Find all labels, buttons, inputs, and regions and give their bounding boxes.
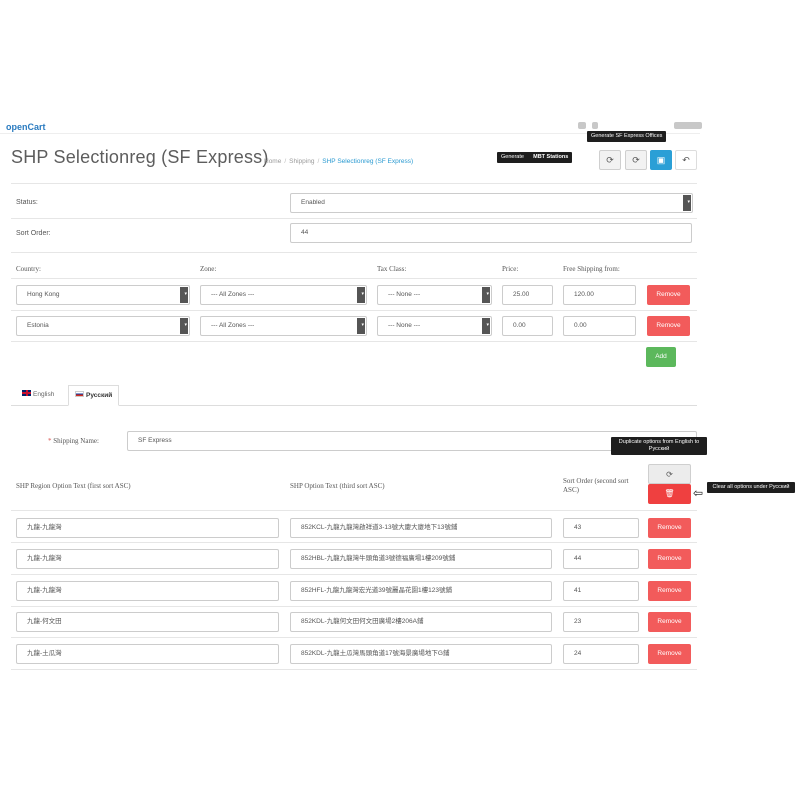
country-select[interactable]: Estonia ▾ xyxy=(16,316,190,336)
header-sort-order: Sort Order (second sort ASC) xyxy=(563,477,629,495)
breadcrumb-shipping[interactable]: Shipping xyxy=(289,158,314,165)
sort-order-input[interactable]: 41 xyxy=(563,581,639,601)
region-option-input[interactable]: 九龍-九龍灣 xyxy=(16,518,279,538)
sort-order-label: Sort Order: xyxy=(16,230,51,237)
sort-order-input[interactable]: 44 xyxy=(563,549,639,569)
save-icon: ▣ xyxy=(656,155,666,165)
tooltip-clear: Clear all options under Русский xyxy=(707,482,795,493)
tooltip-duplicate: Duplicate options from English to Русски… xyxy=(611,437,707,455)
header-zone: Zone: xyxy=(200,265,217,273)
free-shipping-input[interactable]: 0.00 xyxy=(563,316,636,336)
free-shipping-input[interactable]: 120.00 xyxy=(563,285,636,305)
breadcrumb-home[interactable]: Home xyxy=(264,158,281,165)
divider xyxy=(11,341,697,342)
refresh-icon: ⟳ xyxy=(632,155,640,165)
reply-icon: ↶ xyxy=(682,155,690,165)
remove-rate-button[interactable]: Remove xyxy=(647,285,690,305)
region-option-input[interactable]: 九龍-何文田 xyxy=(16,612,279,632)
remove-option-button[interactable]: Remove xyxy=(648,549,691,569)
divider xyxy=(11,574,697,575)
region-option-input[interactable]: 九龍-九龍灣 xyxy=(16,549,279,569)
breadcrumb: Home / Shipping / SHP Selectionreg (SF Expre… xyxy=(264,158,414,165)
header-option-text: SHP Option Text (third sort ASC) xyxy=(290,482,385,490)
header-tax-class: Tax Class: xyxy=(377,265,407,273)
divider xyxy=(11,218,697,219)
divider xyxy=(11,183,697,184)
logo-fragment: openCart xyxy=(6,122,46,132)
tooltip-generate-sf-offices: Generate SF Express Offices xyxy=(587,131,667,142)
divider xyxy=(11,278,697,279)
region-option-input[interactable]: 九龍-土瓜灣 xyxy=(16,644,279,664)
refresh-icon: ⟳ xyxy=(606,155,614,165)
option-text-input[interactable]: 852KDL-九龍土瓜灣馬頭角道17號海景廣場地下G鋪 xyxy=(290,644,552,664)
duplicate-options-button[interactable]: ⟳ xyxy=(648,464,691,484)
remove-rate-button[interactable]: Remove xyxy=(647,316,690,336)
tax-class-select[interactable]: --- None --- ▾ xyxy=(377,316,492,336)
divider xyxy=(11,606,697,607)
divider xyxy=(11,252,697,253)
divider xyxy=(11,669,697,670)
remove-option-button[interactable]: Remove xyxy=(648,644,691,664)
region-option-input[interactable]: 九龍-九龍灣 xyxy=(16,581,279,601)
arrow-left-icon: ⇦ xyxy=(693,486,704,500)
clear-options-button[interactable]: 🗑 xyxy=(648,484,691,504)
sort-order-input[interactable]: 23 xyxy=(563,612,639,632)
generate-offices-button[interactable]: ⟳ xyxy=(625,150,647,170)
price-input[interactable]: 25.00 xyxy=(502,285,553,305)
remove-option-button[interactable]: Remove xyxy=(648,612,691,632)
zone-select[interactable]: --- All Zones --- ▾ xyxy=(200,316,367,336)
header-price: Price: xyxy=(502,265,519,273)
header-region-option: SHP Region Option Text (first sort ASC) xyxy=(16,482,131,490)
add-rate-button[interactable]: Add xyxy=(646,347,676,367)
remove-option-button[interactable]: Remove xyxy=(648,518,691,538)
divider xyxy=(11,637,697,638)
option-text-input[interactable]: 852HBL-九龍九龍灣牛頭角道3號德福廣場1樓209號鋪 xyxy=(290,549,552,569)
remove-option-button[interactable]: Remove xyxy=(648,581,691,601)
tab-english[interactable]: English xyxy=(16,385,60,406)
uk-flag-icon xyxy=(22,390,31,397)
shipping-name-label: * Shipping Name: xyxy=(48,437,99,445)
divider xyxy=(11,310,697,311)
page-title: SHP Selectionreg (SF Express) xyxy=(11,147,269,167)
divider xyxy=(11,510,697,511)
trash-icon: 🗑 xyxy=(664,489,675,498)
back-button[interactable]: ↶ xyxy=(675,150,697,170)
option-text-input[interactable]: 852KCL-九龍九龍灣啟祥道3-13號大慶大廈地下13號鋪 xyxy=(290,518,552,538)
sort-order-input[interactable]: 24 xyxy=(563,644,639,664)
status-select[interactable]: Enabled ▾ xyxy=(290,193,693,213)
sort-order-input[interactable]: 44 xyxy=(290,223,692,243)
tab-russian[interactable]: Русский xyxy=(68,385,120,406)
sort-order-input[interactable]: 43 xyxy=(563,518,639,538)
ru-flag-icon xyxy=(75,391,84,398)
tooltip-generate-mbt-stations: Generate MBT Stations xyxy=(497,152,573,163)
status-label: Status: xyxy=(16,199,38,206)
country-select[interactable]: Hong Kong ▾ xyxy=(16,285,190,305)
divider xyxy=(11,542,697,543)
generate-mbt-button[interactable]: ⟳ xyxy=(599,150,621,170)
breadcrumb-current[interactable]: SHP Selectionreg (SF Express) xyxy=(322,158,413,165)
option-text-input[interactable]: 852KDL-九龍何文田何文田廣場2樓206A鋪 xyxy=(290,612,552,632)
header-country: Country: xyxy=(16,265,41,273)
tax-class-select[interactable]: --- None --- ▾ xyxy=(377,285,492,305)
option-text-input[interactable]: 852HFL-九龍九龍灣宏光道39號麗晶花園1樓123號鋪 xyxy=(290,581,552,601)
refresh-icon: ⟳ xyxy=(666,470,673,479)
save-button[interactable]: ▣ xyxy=(650,150,672,170)
price-input[interactable]: 0.00 xyxy=(502,316,553,336)
zone-select[interactable]: --- All Zones --- ▾ xyxy=(200,285,367,305)
header-free-shipping: Free Shipping from: xyxy=(563,265,620,273)
